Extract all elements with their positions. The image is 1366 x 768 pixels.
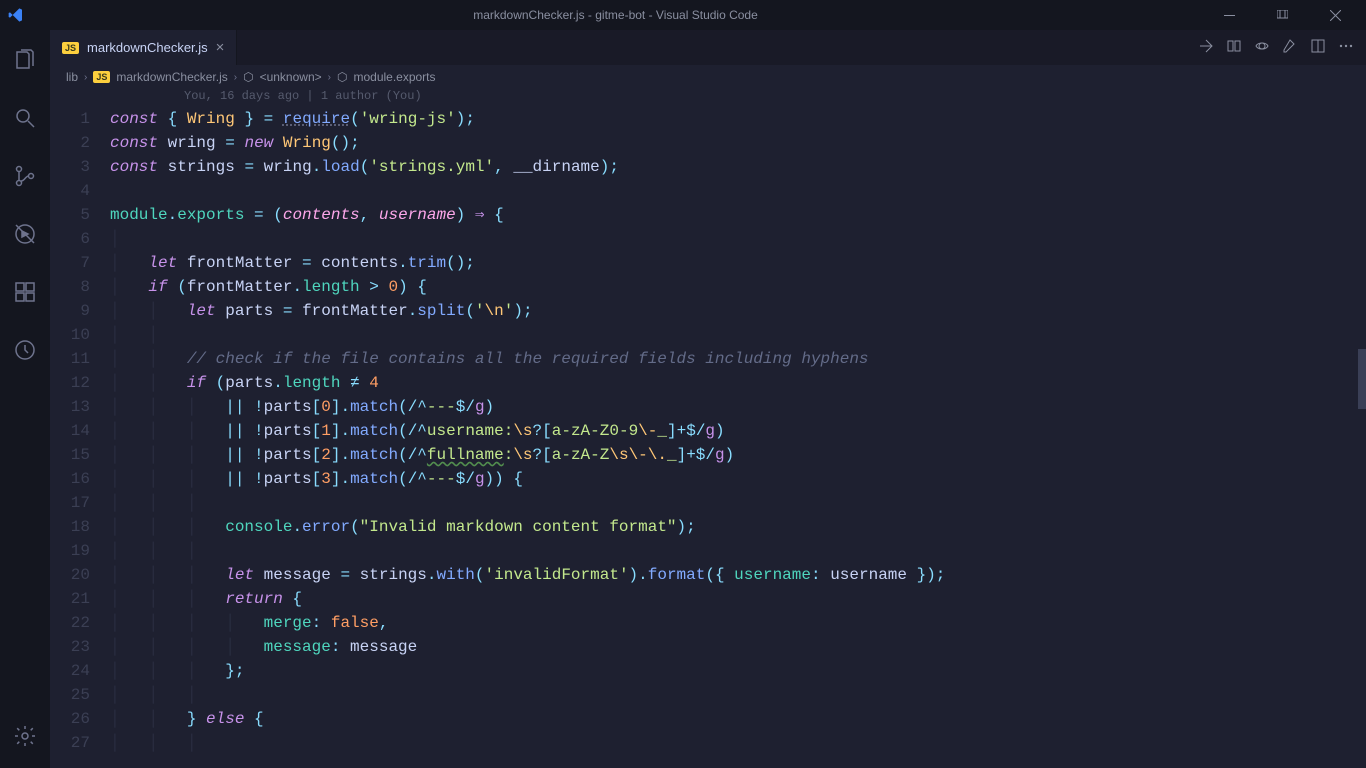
line-number: 20 bbox=[50, 563, 90, 587]
editor-action-icon[interactable] bbox=[1226, 38, 1242, 57]
maximize-button[interactable] bbox=[1260, 0, 1305, 30]
chevron-right-icon: › bbox=[84, 72, 87, 83]
line-number: 21 bbox=[50, 587, 90, 611]
editor[interactable]: 1234567891011121314151617181920212223242… bbox=[50, 107, 1366, 768]
tab-close-icon[interactable]: × bbox=[216, 39, 225, 56]
debug-icon[interactable] bbox=[1, 214, 49, 254]
line-number: 17 bbox=[50, 491, 90, 515]
minimap[interactable] bbox=[1358, 89, 1366, 768]
chevron-right-icon: › bbox=[234, 72, 237, 83]
line-number-gutter: 1234567891011121314151617181920212223242… bbox=[50, 107, 110, 768]
line-number: 9 bbox=[50, 299, 90, 323]
line-number: 15 bbox=[50, 443, 90, 467]
extensions-icon[interactable] bbox=[1, 272, 49, 312]
split-editor-icon[interactable] bbox=[1310, 38, 1326, 57]
line-number: 25 bbox=[50, 683, 90, 707]
line-number: 6 bbox=[50, 227, 90, 251]
settings-gear-icon[interactable] bbox=[1, 716, 49, 756]
line-number: 5 bbox=[50, 203, 90, 227]
search-icon[interactable] bbox=[1, 98, 49, 138]
line-number: 1 bbox=[50, 107, 90, 131]
symbol-icon: ⬡ bbox=[243, 70, 253, 84]
line-number: 8 bbox=[50, 275, 90, 299]
js-file-icon: JS bbox=[93, 71, 110, 83]
line-number: 7 bbox=[50, 251, 90, 275]
breadcrumb-seg[interactable]: markdownChecker.js bbox=[116, 70, 227, 84]
activity-bar bbox=[0, 30, 50, 768]
line-number: 19 bbox=[50, 539, 90, 563]
more-actions-icon[interactable] bbox=[1338, 38, 1354, 57]
line-number: 13 bbox=[50, 395, 90, 419]
test-icon[interactable] bbox=[1, 330, 49, 370]
titlebar: markdownChecker.js - gitme-bot - Visual … bbox=[0, 0, 1366, 30]
line-number: 27 bbox=[50, 731, 90, 755]
line-number: 18 bbox=[50, 515, 90, 539]
line-number: 2 bbox=[50, 131, 90, 155]
source-control-icon[interactable] bbox=[1, 156, 49, 196]
line-number: 3 bbox=[50, 155, 90, 179]
minimap-thumb[interactable] bbox=[1358, 349, 1366, 409]
line-number: 4 bbox=[50, 179, 90, 203]
editor-action-icon[interactable] bbox=[1198, 38, 1214, 57]
close-button[interactable] bbox=[1313, 0, 1358, 30]
line-number: 24 bbox=[50, 659, 90, 683]
line-number: 16 bbox=[50, 467, 90, 491]
js-file-icon: JS bbox=[62, 42, 79, 54]
code-content[interactable]: const { Wring } = require('wring-js'); c… bbox=[110, 107, 1366, 768]
line-number: 11 bbox=[50, 347, 90, 371]
tab-markdownchecker[interactable]: JS markdownChecker.js × bbox=[50, 30, 237, 65]
editor-action-icon[interactable] bbox=[1254, 38, 1270, 57]
chevron-right-icon: › bbox=[328, 72, 331, 83]
vscode-logo-icon bbox=[8, 7, 24, 23]
line-number: 14 bbox=[50, 419, 90, 443]
tab-bar: JS markdownChecker.js × bbox=[50, 30, 1366, 65]
minimize-button[interactable] bbox=[1207, 0, 1252, 30]
editor-action-icon[interactable] bbox=[1282, 38, 1298, 57]
window-title: markdownChecker.js - gitme-bot - Visual … bbox=[24, 8, 1207, 22]
line-number: 12 bbox=[50, 371, 90, 395]
line-number: 22 bbox=[50, 611, 90, 635]
symbol-icon: ⬡ bbox=[337, 70, 347, 84]
line-number: 23 bbox=[50, 635, 90, 659]
breadcrumb-seg[interactable]: <unknown> bbox=[260, 70, 322, 84]
line-number: 10 bbox=[50, 323, 90, 347]
tab-label: markdownChecker.js bbox=[87, 40, 208, 55]
breadcrumb[interactable]: lib › JS markdownChecker.js › ⬡ <unknown… bbox=[50, 65, 1366, 89]
breadcrumb-seg[interactable]: lib bbox=[66, 70, 78, 84]
gitlens-code-lens[interactable]: You, 16 days ago | 1 author (You) bbox=[158, 89, 1366, 107]
breadcrumb-seg[interactable]: module.exports bbox=[353, 70, 435, 84]
line-number: 26 bbox=[50, 707, 90, 731]
explorer-icon[interactable] bbox=[1, 40, 49, 80]
